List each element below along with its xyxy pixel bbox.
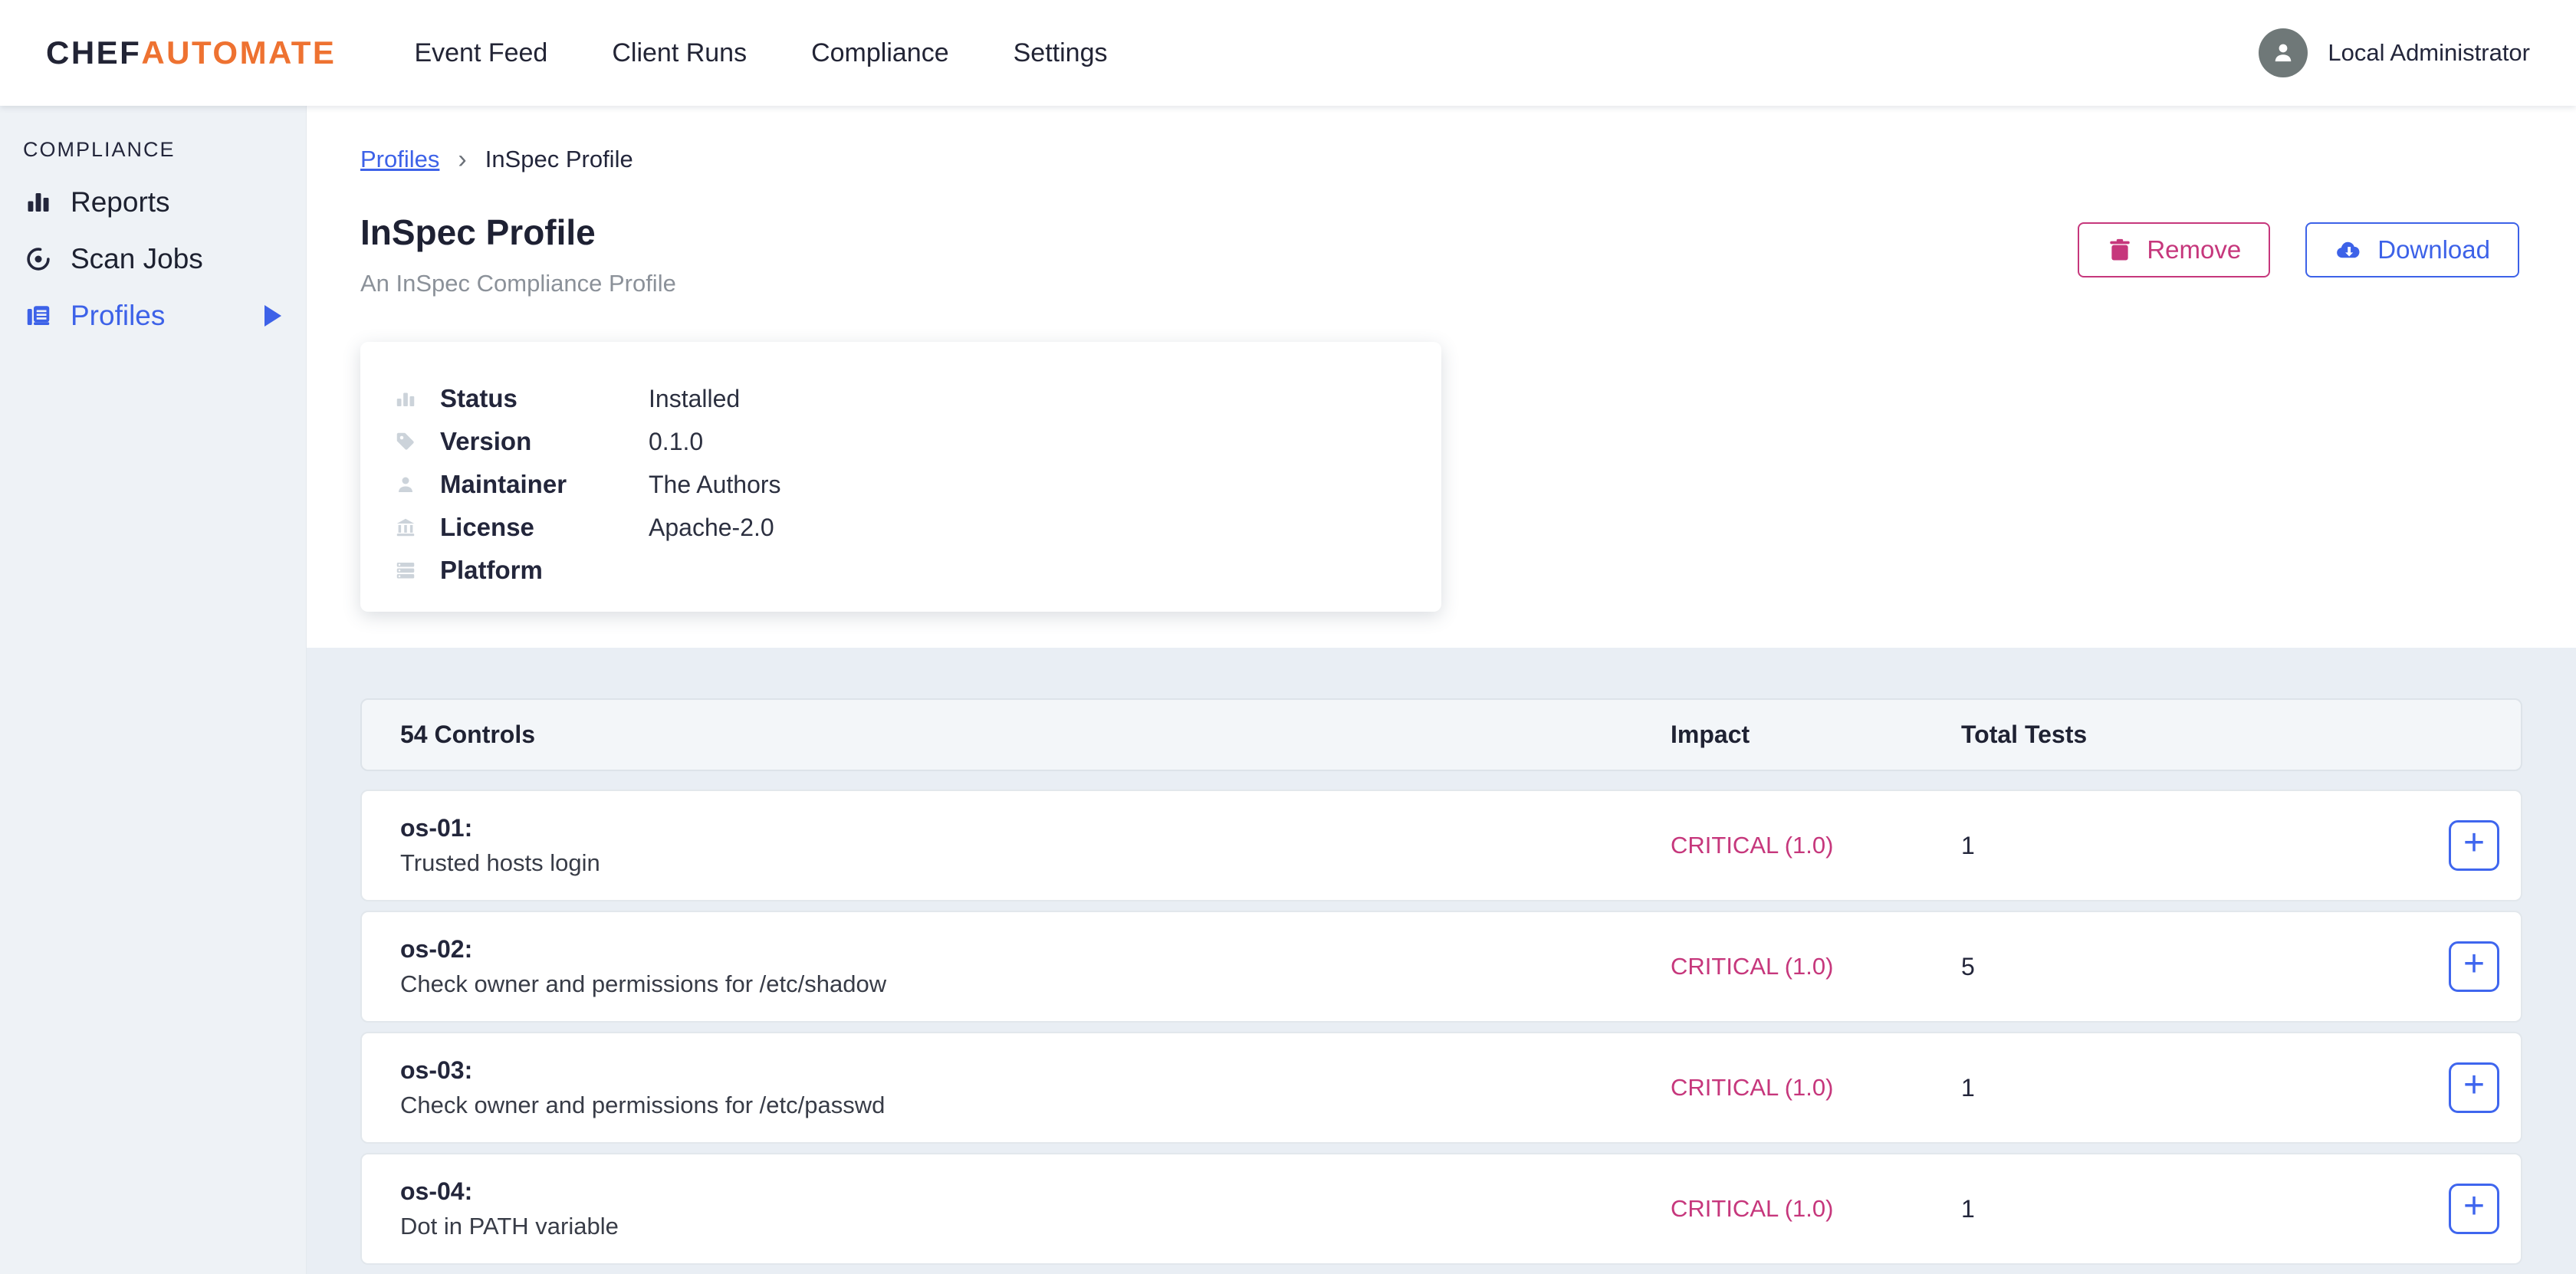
sidebar-item-profiles[interactable]: Profiles xyxy=(0,287,306,344)
detail-label: Version xyxy=(440,427,649,456)
control-id: os-01: xyxy=(400,814,1671,842)
logo-chef-text: CHEF xyxy=(46,34,141,71)
breadcrumb-current: InSpec Profile xyxy=(485,146,633,173)
cloud-download-icon xyxy=(2334,235,2364,264)
sidebar-item-label: Profiles xyxy=(71,300,165,332)
nav-item-event-feed[interactable]: Event Feed xyxy=(414,38,547,68)
maintainer-icon xyxy=(393,473,419,496)
column-header-total-tests: Total Tests xyxy=(1961,721,2447,749)
column-header-impact: Impact xyxy=(1671,721,1961,749)
detail-value: The Authors xyxy=(649,471,781,499)
detail-row-platform: Platform xyxy=(393,549,1441,592)
control-row-os-02: os-02: Check owner and permissions for /… xyxy=(360,911,2522,1023)
status-icon xyxy=(393,387,419,410)
license-icon xyxy=(393,516,419,539)
control-total-tests: 1 xyxy=(1961,1195,2447,1223)
breadcrumb: Profiles › InSpec Profile xyxy=(360,146,2519,173)
control-total-tests: 1 xyxy=(1961,832,2447,860)
profile-actions: Remove Download xyxy=(2078,222,2519,277)
control-row-os-03: os-03: Check owner and permissions for /… xyxy=(360,1032,2522,1144)
control-impact: CRITICAL (1.0) xyxy=(1671,832,1961,859)
title-block: InSpec Profile An InSpec Compliance Prof… xyxy=(360,212,676,297)
control-impact: CRITICAL (1.0) xyxy=(1671,953,1961,980)
expand-control-button[interactable]: + xyxy=(2449,820,2499,871)
profile-details-card: Status Installed Version 0.1.0 xyxy=(360,342,1441,612)
control-impact: CRITICAL (1.0) xyxy=(1671,1074,1961,1102)
expand-control-button[interactable]: + xyxy=(2449,1062,2499,1113)
control-title: Dot in PATH variable xyxy=(400,1213,1671,1240)
sidebar: COMPLIANCE Reports Scan Jobs xyxy=(0,106,307,1274)
detail-label: License xyxy=(440,513,649,542)
download-button-label: Download xyxy=(2377,235,2490,264)
detail-label: Status xyxy=(440,384,649,413)
logo-automate-text: AUTOMATE xyxy=(141,34,336,71)
bar-chart-icon xyxy=(23,189,54,216)
breadcrumb-link-profiles[interactable]: Profiles xyxy=(360,146,439,173)
control-id: os-02: xyxy=(400,935,1671,964)
detail-value: Installed xyxy=(649,385,740,413)
sidebar-item-scan-jobs[interactable]: Scan Jobs xyxy=(0,231,306,287)
nav-item-settings[interactable]: Settings xyxy=(1014,38,1108,68)
download-button[interactable]: Download xyxy=(2305,222,2519,277)
controls-section: 54 Controls Impact Total Tests os-01: Tr… xyxy=(307,648,2576,1274)
top-nav: Event Feed Client Runs Compliance Settin… xyxy=(414,38,1107,68)
main-content: Profiles › InSpec Profile InSpec Profile… xyxy=(307,106,2576,1274)
breadcrumb-separator-icon: › xyxy=(458,146,466,172)
detail-row-maintainer: Maintainer The Authors xyxy=(393,463,1441,506)
top-header: CHEFAUTOMATE Event Feed Client Runs Comp… xyxy=(0,0,2576,106)
controls-table-header: 54 Controls Impact Total Tests xyxy=(360,698,2522,771)
control-title: Trusted hosts login xyxy=(400,849,1671,877)
version-icon xyxy=(393,430,419,453)
avatar xyxy=(2259,28,2308,77)
column-header-controls: 54 Controls xyxy=(362,721,1671,749)
detail-row-status: Status Installed xyxy=(393,377,1441,420)
control-row-os-04: os-04: Dot in PATH variable CRITICAL (1.… xyxy=(360,1153,2522,1265)
control-impact: CRITICAL (1.0) xyxy=(1671,1195,1961,1223)
sidebar-item-label: Scan Jobs xyxy=(71,243,203,275)
control-total-tests: 1 xyxy=(1961,1074,2447,1102)
control-title: Check owner and permissions for /etc/pas… xyxy=(400,1092,1671,1119)
chef-automate-logo[interactable]: CHEFAUTOMATE xyxy=(46,34,336,71)
nav-item-compliance[interactable]: Compliance xyxy=(811,38,949,68)
radar-icon xyxy=(23,245,54,273)
person-icon xyxy=(2269,38,2298,67)
trash-icon xyxy=(2107,237,2133,263)
detail-row-license: License Apache-2.0 xyxy=(393,506,1441,549)
control-id: os-03: xyxy=(400,1056,1671,1085)
nav-item-client-runs[interactable]: Client Runs xyxy=(612,38,747,68)
control-total-tests: 5 xyxy=(1961,953,2447,981)
expand-control-button[interactable]: + xyxy=(2449,1184,2499,1234)
detail-row-version: Version 0.1.0 xyxy=(393,420,1441,463)
user-menu[interactable]: Local Administrator xyxy=(2259,28,2530,77)
remove-button-label: Remove xyxy=(2147,235,2241,264)
remove-button[interactable]: Remove xyxy=(2078,222,2270,277)
control-id: os-04: xyxy=(400,1177,1671,1206)
expand-control-button[interactable]: + xyxy=(2449,941,2499,992)
sidebar-section-title: COMPLIANCE xyxy=(23,138,306,162)
chevron-right-icon xyxy=(264,305,281,327)
detail-value: Apache-2.0 xyxy=(649,514,774,542)
page-subtitle: An InSpec Compliance Profile xyxy=(360,270,676,297)
sidebar-item-label: Reports xyxy=(71,186,170,218)
control-row-os-01: os-01: Trusted hosts login CRITICAL (1.0… xyxy=(360,790,2522,901)
detail-label: Maintainer xyxy=(440,470,649,499)
platform-icon xyxy=(393,559,419,582)
detail-value: 0.1.0 xyxy=(649,428,703,456)
control-title: Check owner and permissions for /etc/sha… xyxy=(400,970,1671,998)
user-name: Local Administrator xyxy=(2328,39,2530,67)
documents-icon xyxy=(23,302,54,330)
sidebar-item-reports[interactable]: Reports xyxy=(0,174,306,231)
detail-label: Platform xyxy=(440,556,649,585)
page-title: InSpec Profile xyxy=(360,212,676,253)
